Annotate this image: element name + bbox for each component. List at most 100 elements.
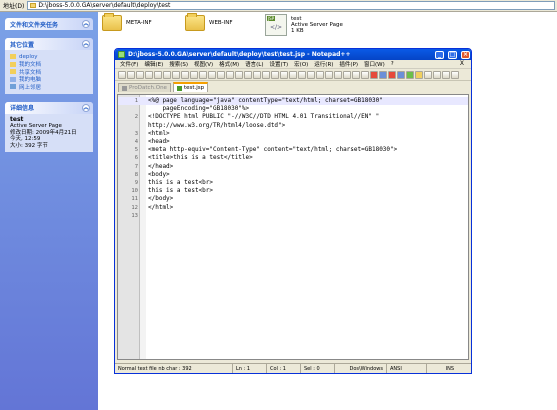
toolbar-button-icon[interactable] [415, 70, 423, 79]
address-input[interactable]: D:\jboss-5.0.0.GA\server\default\deploy\… [27, 1, 555, 10]
toolbar-button-icon[interactable] [208, 70, 216, 79]
chevron-icon[interactable]: ︽ [82, 103, 90, 112]
toolbar-button-icon[interactable] [433, 70, 441, 79]
toolbar-button-icon[interactable] [424, 70, 432, 79]
details-modified-time: 今天, 12:59 [10, 136, 41, 142]
folder-icon [30, 3, 37, 8]
menu-item[interactable]: 文件(F) [117, 60, 141, 68]
toolbar-button-icon[interactable] [199, 70, 207, 79]
code-glyph: </> [270, 24, 283, 31]
toolbar-button-icon[interactable] [127, 70, 135, 79]
menu-item[interactable]: 视图(V) [191, 60, 216, 68]
toolbar-button-icon[interactable] [271, 70, 279, 79]
task-pane: 文件和文件夹任务 ︽ 其它位置 ︽ deploy 我的文档 共享文档 我的电脑 … [0, 12, 98, 410]
toolbar-button-icon[interactable] [262, 70, 270, 79]
code-text: <!DOCTYPE html PUBLIC "-//W3C//DTD HTML … [148, 113, 380, 121]
toolbar-button-icon[interactable] [163, 70, 171, 79]
toolbar-button-icon[interactable] [307, 70, 315, 79]
toolbar-button-icon[interactable] [172, 70, 180, 79]
menu-item[interactable]: 语言(L) [242, 60, 266, 68]
toolbar-button-icon[interactable] [370, 70, 378, 79]
toolbar-button-icon[interactable] [235, 70, 243, 79]
toolbar-button-icon[interactable] [325, 70, 333, 79]
tab-test-jsp[interactable]: test.jsp [172, 82, 209, 92]
place-link-network[interactable]: 网上邻居 [10, 83, 88, 91]
places-panel-header[interactable]: 其它位置 ︽ [5, 38, 93, 50]
menu-item[interactable]: 运行(R) [311, 60, 336, 68]
code-line: 4 <head> [118, 138, 468, 146]
code-editor[interactable]: 1 <%@ page language="java" contentType="t… [117, 94, 469, 360]
toolbar-button-icon[interactable] [289, 70, 297, 79]
details-panel: 详细信息 ︽ test Active Server Page 修改日期: 200… [5, 101, 93, 152]
toolbar-button-icon[interactable] [280, 70, 288, 79]
file-name: META-INF [126, 20, 152, 26]
menu-item[interactable]: 搜索(S) [166, 60, 191, 68]
document-icon [176, 85, 182, 91]
toolbar-button-icon[interactable] [181, 70, 189, 79]
toolbar-button-icon[interactable] [451, 70, 459, 79]
menu-item[interactable]: 格式(M) [216, 60, 242, 68]
notepad-app-icon[interactable] [118, 51, 125, 58]
file-item-test-jsp[interactable]: JSP </> test Active Server Page 1 KB [265, 14, 343, 36]
close-button[interactable]: × [461, 50, 470, 59]
toolbar-button-icon[interactable] [190, 70, 198, 79]
menu-item[interactable]: 设置(T) [267, 60, 292, 68]
toolbar-button-icon[interactable] [244, 70, 252, 79]
toolbar-button-icon[interactable] [118, 70, 126, 79]
details-panel-header[interactable]: 详细信息 ︽ [5, 101, 93, 114]
maximize-button[interactable]: □ [448, 50, 457, 59]
menu-item[interactable]: ? [388, 61, 397, 67]
notepad-plus-plus-window: D:\jboss-5.0.0.GA\server\default\deploy\… [114, 48, 472, 374]
code-line: 7 </head> [118, 163, 468, 171]
toolbar-button-icon[interactable] [145, 70, 153, 79]
tasks-panel-header[interactable]: 文件和文件夹任务 ︽ [5, 18, 93, 30]
tab-prodatch[interactable]: ProDatch.One [118, 83, 171, 92]
code-text: <html> [148, 129, 170, 137]
code-line: 8 <body> [118, 171, 468, 179]
toolbar-button-icon[interactable] [253, 70, 261, 79]
details-panel-title: 详细信息 [10, 105, 35, 112]
chevron-icon[interactable]: ︽ [82, 40, 90, 48]
code-text: http://www.w3.org/TR/html4/loose.dtd"> [148, 121, 286, 129]
code-text: </head> [148, 162, 174, 170]
toolbar-button-icon[interactable] [154, 70, 162, 79]
toolbar-button-icon[interactable] [442, 70, 450, 79]
file-item-meta-inf[interactable]: META-INF [102, 13, 152, 31]
line-number: 1 [134, 98, 138, 104]
toolbar-button-icon[interactable] [361, 70, 369, 79]
folder-icon [102, 13, 122, 31]
toolbar-button-icon[interactable] [397, 70, 405, 79]
toolbar-button-icon[interactable] [343, 70, 351, 79]
place-label: 网上邻居 [19, 84, 42, 91]
code-line: 11 </body> [118, 195, 468, 203]
code-line: 6 <title>this is a test</title> [118, 154, 468, 162]
toolbar-button-icon[interactable] [226, 70, 234, 79]
title-bar[interactable]: D:\jboss-5.0.0.GA\server\default\deploy\… [115, 49, 471, 60]
menu-item[interactable]: 插件(P) [336, 60, 361, 68]
toolbar-button-icon[interactable] [316, 70, 324, 79]
menu-item[interactable]: 窗口(W) [361, 60, 388, 68]
toolbar-button-icon[interactable] [352, 70, 360, 79]
details-modified: 修改日期: 2009年4月21日 [10, 129, 77, 136]
toolbar-button-icon[interactable] [217, 70, 225, 79]
toolbar-button-icon[interactable] [298, 70, 306, 79]
address-bar: 地址(D) D:\jboss-5.0.0.GA\server\default\d… [0, 0, 557, 12]
toolbar-button-icon[interactable] [388, 70, 396, 79]
menu-item[interactable]: 编辑(E) [141, 60, 166, 68]
menu-item[interactable]: 宏(O) [291, 60, 311, 68]
code-line: 9 this is a test<br> [118, 179, 468, 187]
file-item-web-inf[interactable]: WEB-INF [185, 13, 233, 31]
close-document-icon[interactable]: X [457, 60, 467, 67]
minimize-button[interactable]: _ [435, 50, 444, 59]
code-line: 2 <!DOCTYPE html PUBLIC "-//W3C//DTD HTML… [118, 113, 468, 121]
code-text: <%@ page language="java" contentType="te… [148, 97, 383, 104]
code-text: </body> [148, 195, 174, 203]
toolbar-button-icon[interactable] [136, 70, 144, 79]
status-selection: Sel : 0 [301, 364, 335, 373]
toolbar-button-icon[interactable] [406, 70, 414, 79]
network-icon [10, 84, 16, 90]
toolbar-button-icon[interactable] [334, 70, 342, 79]
chevron-icon[interactable]: ︽ [82, 20, 90, 28]
toolbar-button-icon[interactable] [379, 70, 387, 79]
document-tabs: ProDatch.One test.jsp [115, 81, 471, 92]
